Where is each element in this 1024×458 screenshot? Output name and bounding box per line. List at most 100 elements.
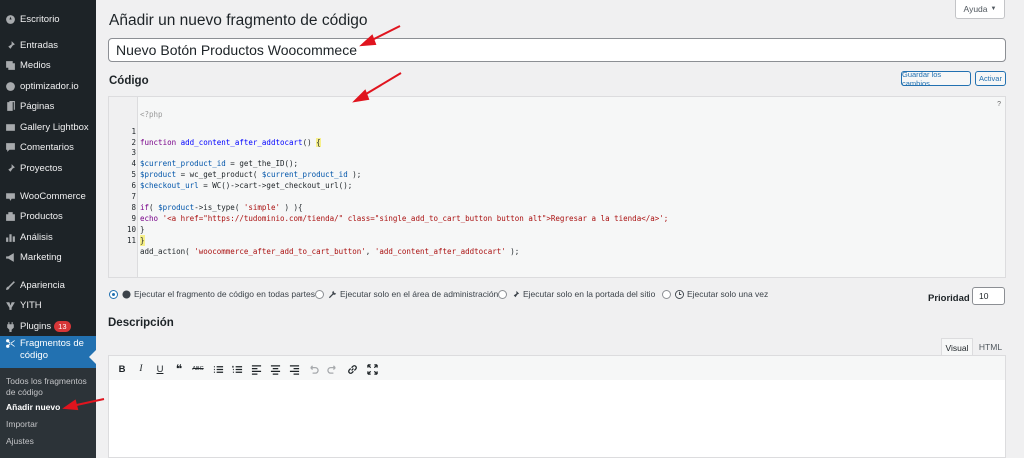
sidebar-item-escritorio[interactable]: Escritorio [0,8,96,30]
priority-input[interactable]: 10 [972,287,1005,305]
scope-label: Ejecutar solo en el área de administraci… [340,289,499,299]
redo-icon [326,364,336,374]
scope-option-everywhere[interactable]: Ejecutar el fragmento de código en todas… [109,289,315,299]
bold-button[interactable]: B [113,360,131,378]
pin-icon [0,163,20,174]
align-right-icon [289,364,299,375]
radio[interactable] [498,289,507,299]
submenu-todos-fragmentos[interactable]: Todos los fragmentos de código [6,376,92,398]
php-open-tag: <?php [140,110,163,119]
plugin-icon [0,321,20,332]
code-brace: } [140,235,145,246]
scope-option-once[interactable]: Ejecutar solo una vez [662,289,768,299]
sidebar-item-analisis[interactable]: Análisis [0,226,96,248]
code-line: 5 $checkout_url = WC()->cart->get_checko… [109,158,352,190]
code-keyword: if [140,203,150,212]
sidebar-item-comentarios[interactable]: Comentarios [0,136,96,158]
sidebar-item-yith[interactable]: YITH [0,294,96,316]
code-text: = get_the_ID(); [225,159,299,168]
sidebar-item-apariencia[interactable]: Apariencia [0,274,96,296]
annotation-arrow [360,72,402,98]
scope-option-admin[interactable]: Ejecutar solo en el área de administraci… [315,289,498,299]
clock-icon [675,289,684,299]
submenu-ajustes[interactable]: Ajustes [6,436,92,447]
comment-icon [0,142,20,153]
link-button[interactable] [343,360,361,378]
globe-icon [122,289,131,299]
editor-help-icon[interactable]: ? [997,101,1001,108]
underline-button[interactable]: U [151,360,169,378]
sidebar-item-gallery-lightbox[interactable]: Gallery Lightbox [0,116,96,138]
align-center-button[interactable] [266,360,284,378]
code-variable: $checkout_url [140,181,199,190]
code-text: () [302,138,317,147]
numbered-list-button[interactable] [228,360,246,378]
strikethrough-button[interactable]: ABC [189,360,207,378]
save-changes-button[interactable]: Guardar los cambios [901,70,971,88]
code-line: 1 function add_content_after_addtocart()… [109,115,321,147]
code-keyword: echo [140,214,159,223]
active-menu-arrow [89,350,96,364]
help-tab-button[interactable]: Ayuda ▼ [955,0,1005,19]
dashboard-icon [0,14,20,25]
scope-label: Ejecutar solo en la portada del sitio [523,289,656,299]
snippet-title-input[interactable]: Nuevo Botón Productos Woocommece [108,38,1006,62]
chart-icon [0,232,20,243]
tab-html[interactable]: HTML [975,338,1006,356]
activate-button[interactable]: Activar [975,71,1006,86]
sidebar-item-optimizador[interactable]: optimizador.io [0,75,96,97]
sidebar-item-marketing[interactable]: Marketing [0,246,96,268]
tab-visual[interactable]: Visual [941,338,973,356]
code-text: ) ){ [279,203,303,212]
code-string: 'simple' [243,203,280,212]
blockquote-button[interactable]: ❝ [170,360,188,378]
sidebar-item-entradas[interactable]: Entradas [0,34,96,56]
code-variable: $current_product_id [140,159,226,168]
code-text: ( [149,203,159,212]
page-title: Añadir un nuevo fragmento de código [109,12,368,29]
undo-button[interactable] [304,360,322,378]
code-string: 'woocommerce_after_add_to_cart_button' [194,247,366,256]
radio-checked[interactable] [109,289,118,299]
italic-button[interactable]: I [132,360,150,378]
redo-button[interactable] [323,360,341,378]
submenu-anadir-nuevo[interactable]: Añadir nuevo [6,402,92,413]
scope-option-frontend[interactable]: Ejecutar solo en la portada del sitio [498,289,655,299]
radio[interactable] [315,289,324,299]
description-heading: Descripción [108,317,174,329]
code-line: <?php [109,98,163,119]
code-text: add_action( [140,247,195,256]
sidebar-item-paginas[interactable]: Páginas [0,95,96,117]
align-left-icon [251,364,261,375]
numbered-list-icon [231,365,242,373]
woo-icon [0,191,20,202]
code-text: } [140,225,145,234]
code-variable: $product [140,170,177,179]
code-text: = wc_get_product( [176,170,262,179]
sidebar-item-woocommerce[interactable]: WooCommerce [0,185,96,207]
code-line: 11 add_action( 'woocommerce_after_add_to… [109,224,519,256]
scope-label: Ejecutar solo una vez [687,289,769,299]
code-line: 9 } [109,202,144,234]
fullscreen-button[interactable] [363,360,381,378]
description-toolbar: B I U ❝ ABC [108,355,1006,381]
code-line: 6 [109,169,136,190]
gauge-icon [0,81,20,92]
submenu-importar[interactable]: Importar [6,419,92,430]
pages-icon [0,100,20,112]
bullet-list-button[interactable] [209,360,227,378]
sidebar-item-plugins[interactable]: Plugins 13 [0,315,96,337]
sidebar-item-productos[interactable]: Productos [0,205,96,227]
sidebar-item-medios[interactable]: Medios [0,54,96,76]
products-icon [0,211,20,222]
code-editor[interactable]: <?php 1 function add_content_after_addto… [108,96,1006,278]
align-left-button[interactable] [247,360,265,378]
align-right-button[interactable] [285,360,303,378]
sidebar-item-proyectos[interactable]: Proyectos [0,157,96,179]
code-text: = WC()->cart->get_checkout_url(); [198,181,353,190]
radio[interactable] [662,289,671,299]
pin-icon [0,40,20,51]
code-string: 'add_content_after_addtocart' [374,247,506,256]
code-keyword: function [140,138,177,147]
description-editor[interactable] [108,380,1006,458]
